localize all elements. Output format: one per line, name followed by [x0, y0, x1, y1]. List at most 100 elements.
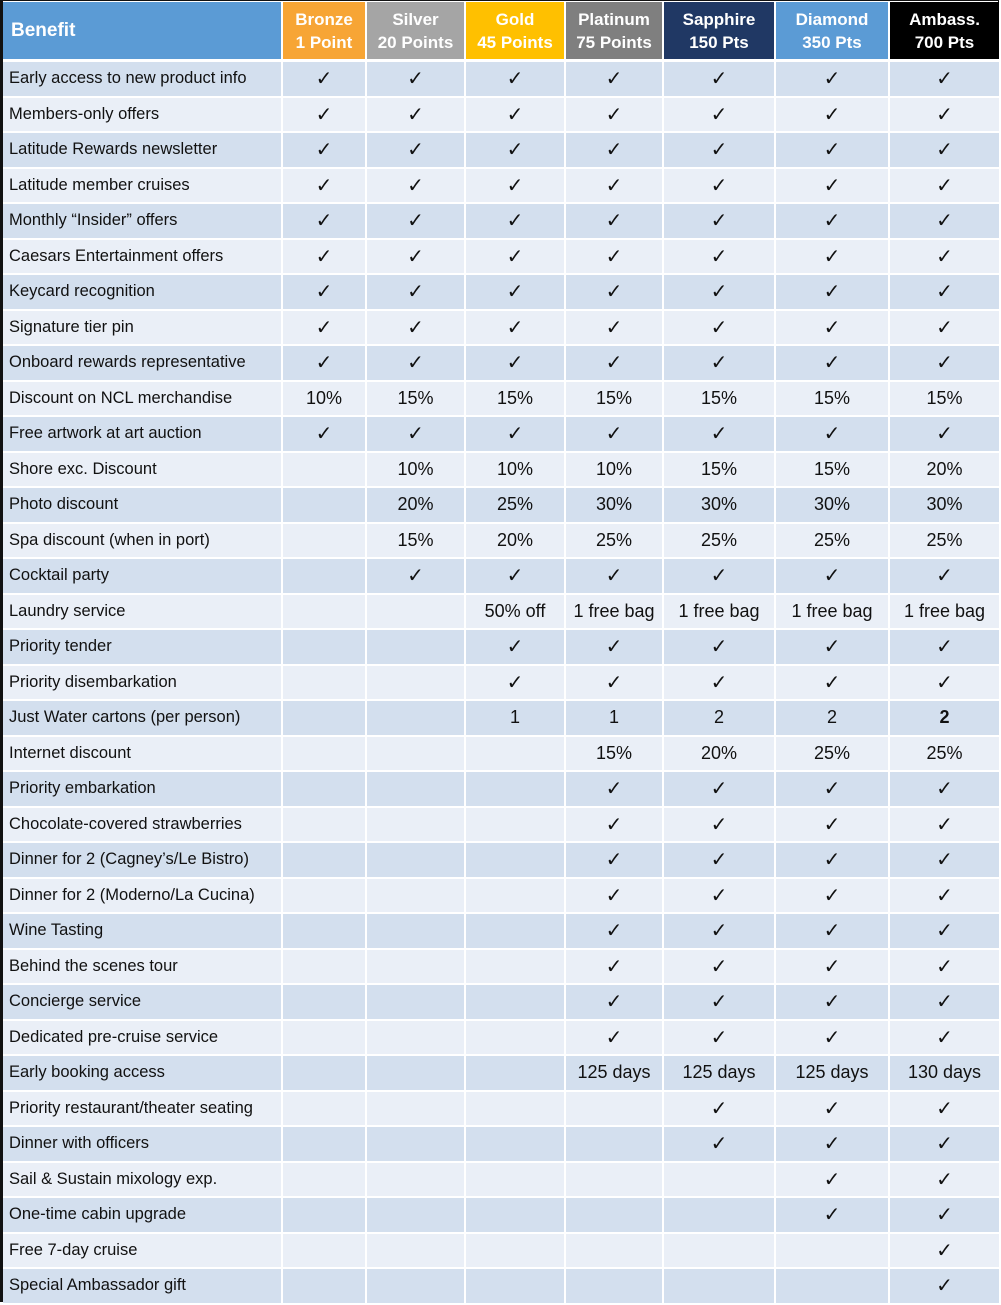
table-row: Latitude Rewards newsletter ✓ ✓ ✓ ✓ ✓ ✓ ✓ [3, 133, 999, 169]
table-row: Dedicated pre-cruise service ✓ ✓ ✓ ✓ [3, 1020, 999, 1056]
empty-cell [466, 1127, 566, 1163]
check-icon: ✓ [566, 949, 664, 985]
check-icon: ✓ [664, 878, 776, 914]
check-icon: ✓ [283, 133, 367, 169]
benefit-value: 20% [367, 488, 466, 524]
tier-header-sapphire: Sapphire 150 Pts [664, 2, 776, 62]
benefit-value: 15% [776, 452, 890, 488]
benefit-label: Early booking access [3, 1056, 283, 1092]
check-icon: ✓ [283, 239, 367, 275]
check-icon: ✓ [566, 843, 664, 879]
check-icon: ✓ [890, 62, 999, 98]
check-icon: ✓ [776, 985, 890, 1021]
tier-header-bronze: Bronze 1 Point [283, 2, 367, 62]
tier-name: Ambass. [909, 9, 980, 29]
check-icon: ✓ [466, 62, 566, 98]
table-body: Early access to new product info ✓ ✓ ✓ ✓ ✓ ✓ ✓ M… [3, 62, 999, 1305]
check-icon: ✓ [664, 346, 776, 382]
table-row: Dinner for 2 (Moderno/La Cucina) ✓ ✓ ✓ ✓ [3, 878, 999, 914]
check-icon: ✓ [890, 914, 999, 950]
benefit-label: Just Water cartons (per person) [3, 701, 283, 737]
check-icon: ✓ [664, 843, 776, 879]
check-icon: ✓ [890, 168, 999, 204]
check-icon: ✓ [890, 310, 999, 346]
check-icon: ✓ [776, 914, 890, 950]
table-row: Priority disembarkation ✓ ✓ ✓ ✓ ✓ [3, 665, 999, 701]
check-icon: ✓ [367, 310, 466, 346]
benefit-label: Priority disembarkation [3, 665, 283, 701]
empty-cell [367, 1162, 466, 1198]
empty-cell [367, 736, 466, 772]
table-row: Members-only offers ✓ ✓ ✓ ✓ ✓ ✓ ✓ [3, 97, 999, 133]
benefit-value: 2 [664, 701, 776, 737]
check-icon: ✓ [367, 239, 466, 275]
empty-cell [283, 736, 367, 772]
empty-cell [367, 1198, 466, 1234]
check-icon: ✓ [776, 772, 890, 808]
check-icon: ✓ [566, 878, 664, 914]
check-icon: ✓ [664, 1127, 776, 1163]
check-icon: ✓ [367, 559, 466, 595]
check-icon: ✓ [664, 97, 776, 133]
benefit-label: Shore exc. Discount [3, 452, 283, 488]
check-icon: ✓ [283, 346, 367, 382]
empty-cell [466, 1269, 566, 1305]
check-icon: ✓ [664, 772, 776, 808]
tier-name: Diamond [795, 9, 869, 29]
empty-cell [283, 843, 367, 879]
empty-cell [283, 1091, 367, 1127]
check-icon: ✓ [466, 133, 566, 169]
empty-cell [283, 807, 367, 843]
empty-cell [367, 665, 466, 701]
check-icon: ✓ [466, 239, 566, 275]
empty-cell [283, 985, 367, 1021]
empty-cell [466, 878, 566, 914]
empty-cell [283, 949, 367, 985]
benefit-value: 25% [776, 736, 890, 772]
empty-cell [283, 878, 367, 914]
table-row: Wine Tasting ✓ ✓ ✓ ✓ [3, 914, 999, 950]
benefit-value: 50% off [466, 594, 566, 630]
check-icon: ✓ [664, 630, 776, 666]
check-icon: ✓ [776, 843, 890, 879]
benefit-label: One-time cabin upgrade [3, 1198, 283, 1234]
check-icon: ✓ [776, 1127, 890, 1163]
benefit-label: Internet discount [3, 736, 283, 772]
check-icon: ✓ [776, 1162, 890, 1198]
benefit-value: 1 [566, 701, 664, 737]
table-row: Shore exc. Discount 10% 10% 10% 15% 15% 20% [3, 452, 999, 488]
check-icon: ✓ [566, 914, 664, 950]
empty-cell [367, 1056, 466, 1092]
check-icon: ✓ [664, 559, 776, 595]
empty-cell [283, 1162, 367, 1198]
tier-points: 1 Point [295, 32, 353, 52]
benefit-value: 30% [890, 488, 999, 524]
check-icon: ✓ [566, 559, 664, 595]
check-icon: ✓ [890, 204, 999, 240]
check-icon: ✓ [664, 239, 776, 275]
check-icon: ✓ [664, 275, 776, 311]
empty-cell [664, 1269, 776, 1305]
empty-cell [283, 488, 367, 524]
check-icon: ✓ [890, 807, 999, 843]
tier-header-platinum: Platinum 75 Points [566, 2, 664, 62]
check-icon: ✓ [890, 275, 999, 311]
benefit-label: Signature tier pin [3, 310, 283, 346]
empty-cell [367, 701, 466, 737]
empty-cell [283, 1198, 367, 1234]
empty-cell [566, 1127, 664, 1163]
table-row: Free artwork at art auction ✓ ✓ ✓ ✓ ✓ ✓ ✓ [3, 417, 999, 453]
check-icon: ✓ [776, 1198, 890, 1234]
benefit-value: 15% [664, 452, 776, 488]
check-icon: ✓ [566, 239, 664, 275]
check-icon: ✓ [566, 275, 664, 311]
benefit-label: Onboard rewards representative [3, 346, 283, 382]
table-row: Just Water cartons (per person) 1 1 2 2 2 [3, 701, 999, 737]
benefit-column-header: Benefit [3, 2, 283, 62]
check-icon: ✓ [890, 985, 999, 1021]
benefit-value: 20% [890, 452, 999, 488]
benefit-label: Latitude member cruises [3, 168, 283, 204]
table-row: Special Ambassador gift ✓ [3, 1269, 999, 1305]
benefit-label: Priority restaurant/theater seating [3, 1091, 283, 1127]
benefit-value: 15% [890, 381, 999, 417]
